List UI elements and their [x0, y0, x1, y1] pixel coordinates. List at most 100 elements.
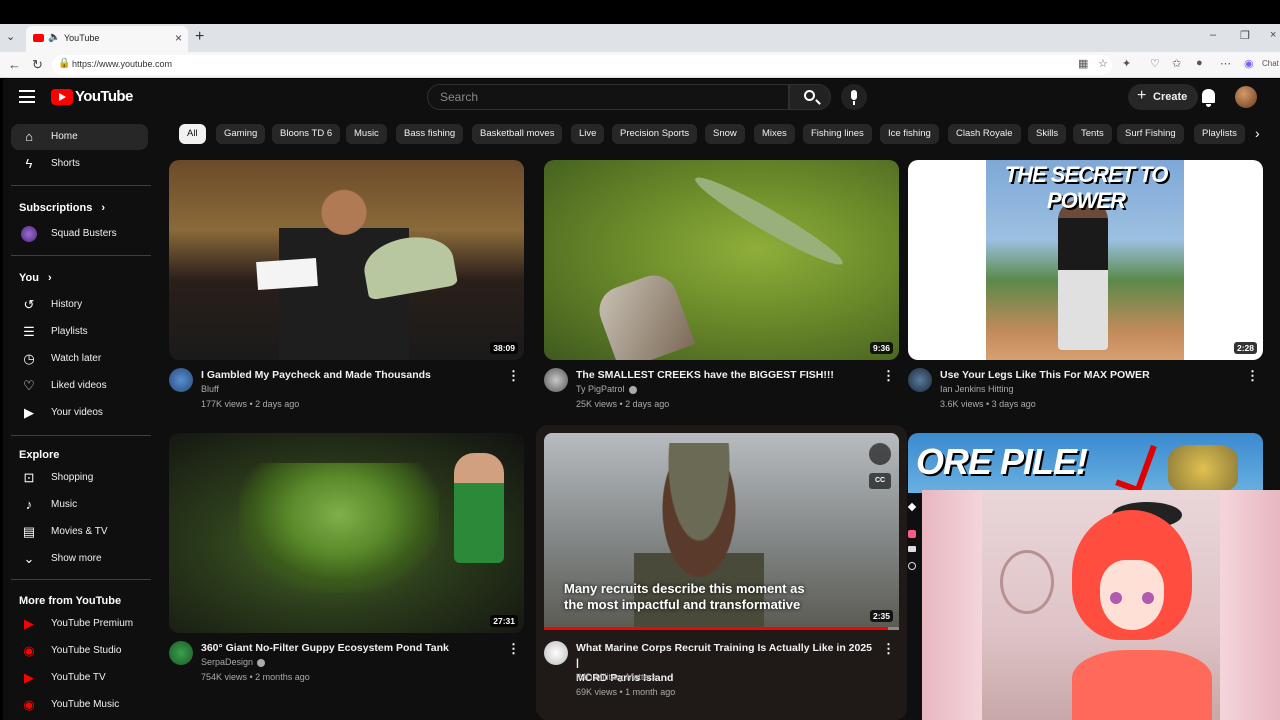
video-thumbnail[interactable]: 27:31	[169, 433, 524, 633]
refresh-icon[interactable]: ↻	[32, 57, 43, 73]
browser-tab-youtube[interactable]: 🔈 YouTube ×	[26, 26, 188, 52]
channel-avatar[interactable]	[169, 641, 193, 665]
minimize-icon[interactable]: –	[1210, 29, 1216, 41]
video-preview-player[interactable]: CC Many recruits describe this moment as…	[544, 433, 899, 630]
copilot-icon[interactable]: ◉	[1244, 57, 1254, 70]
reader-view-icon[interactable]: ▦	[1078, 57, 1088, 70]
more-options-icon[interactable]: ⋮	[1246, 368, 1259, 384]
youtube-logo-icon[interactable]	[51, 89, 73, 105]
browser-essentials-icon[interactable]: ♡	[1150, 57, 1160, 70]
video-title[interactable]: I Gambled My Paycheck and Made Thousands	[201, 368, 501, 383]
sidebar-item-youtube-premium[interactable]: ▶ YouTube Premium	[11, 611, 148, 637]
video-thumbnail[interactable]: 9:36	[544, 160, 899, 360]
tab-close-icon[interactable]: ×	[175, 31, 182, 45]
more-options-icon[interactable]: ⋮	[882, 641, 895, 657]
overlay-tool-icon[interactable]	[908, 530, 916, 538]
sidebar-item-youtube-studio[interactable]: ◉ YouTube Studio	[11, 638, 148, 664]
sidebar-item-music[interactable]: ♪ Music	[11, 492, 148, 518]
closed-captions-button[interactable]: CC	[869, 473, 891, 489]
search-placeholder: Search	[440, 90, 479, 104]
video-title[interactable]: Use Your Legs Like This For MAX POWER	[940, 368, 1240, 383]
window-close-icon[interactable]: ×	[1270, 29, 1276, 41]
chip-mixes[interactable]: Mixes	[754, 124, 795, 144]
restore-icon[interactable]: ❐	[1240, 29, 1250, 42]
more-options-icon[interactable]: ⋮	[507, 368, 520, 384]
video-title[interactable]: The SMALLEST CREEKS have the BIGGEST FIS…	[576, 368, 876, 383]
chip-playlists[interactable]: Playlists	[1194, 124, 1245, 144]
sidebar-item-movies-tv[interactable]: ▤ Movies & TV	[11, 519, 148, 545]
sidebar-item-show-more[interactable]: ⌄ Show more	[11, 546, 148, 572]
sidebar-item-history[interactable]: ↺ History	[11, 292, 148, 318]
sidebar-item-watch-later[interactable]: ◷ Watch later	[11, 346, 148, 372]
overlay-tool-icon[interactable]	[908, 562, 916, 570]
overlay-tool-icon[interactable]	[908, 546, 916, 552]
channel-name[interactable]: Ty PigPatrol	[576, 384, 637, 394]
chip-snow[interactable]: Snow	[705, 124, 745, 144]
sidebar-you-heading[interactable]: You ›	[19, 272, 52, 284]
channel-avatar[interactable]	[169, 368, 193, 392]
menu-hamburger-icon[interactable]	[19, 90, 35, 103]
notifications-bell-icon[interactable]	[1202, 89, 1215, 107]
chip-bass-fishing[interactable]: Bass fishing	[396, 124, 464, 144]
chips-next-chevron-icon[interactable]: ›	[1255, 125, 1260, 141]
sidebar-item-your-videos[interactable]: ▶ Your videos	[11, 400, 148, 426]
chip-tents[interactable]: Tents	[1073, 124, 1112, 144]
channel-avatar[interactable]	[544, 368, 568, 392]
chip-skills[interactable]: Skills	[1028, 124, 1067, 144]
more-options-icon[interactable]: ⋮	[507, 641, 520, 657]
search-button[interactable]	[789, 84, 831, 110]
tab-list-chevron-icon[interactable]: ⌄	[6, 30, 20, 44]
channel-avatar[interactable]	[908, 368, 932, 392]
preview-progress-bar[interactable]	[544, 627, 899, 630]
chip-gaming[interactable]: Gaming	[216, 124, 266, 144]
sidebar-item-playlists[interactable]: ☰ Playlists	[11, 319, 148, 345]
profile-icon[interactable]: ●	[1196, 57, 1203, 69]
more-options-icon[interactable]: ⋮	[882, 368, 895, 384]
sidebar-label: YouTube Studio	[51, 645, 122, 656]
extension-icon[interactable]: ✦	[1122, 57, 1131, 70]
video-meta: 25K views • 2 days ago	[576, 399, 670, 409]
sidebar-item-liked-videos[interactable]: ♡ Liked videos	[11, 373, 148, 399]
chip-bloons[interactable]: Bloons TD 6	[272, 124, 341, 144]
chip-live[interactable]: Live	[571, 124, 605, 144]
back-arrow-icon[interactable]: ←	[8, 57, 21, 72]
chip-clash-royale[interactable]: Clash Royale	[948, 124, 1021, 144]
favorites-icon[interactable]: ✩	[1172, 57, 1181, 70]
sidebar-item-youtube-tv[interactable]: ▶ YouTube TV	[11, 665, 148, 691]
chip-ice-fishing[interactable]: Ice fishing	[880, 124, 939, 144]
chip-music[interactable]: Music	[346, 124, 387, 144]
sidebar-item-shopping[interactable]: ⊡ Shopping	[11, 465, 148, 491]
tab-muted-speaker-icon[interactable]: 🔈	[48, 32, 60, 43]
sidebar-item-youtube-music[interactable]: ◉ YouTube Music	[11, 692, 148, 718]
sidebar-subscriptions-heading[interactable]: Subscriptions ›	[19, 202, 105, 214]
video-thumbnail[interactable]: 38:09	[169, 160, 524, 360]
channel-name[interactable]: Ian Jenkins Hitting	[940, 384, 1014, 394]
thumbnail-check	[256, 257, 318, 291]
new-tab-plus-icon[interactable]: +	[195, 28, 204, 46]
mute-toggle-icon[interactable]	[869, 443, 891, 465]
sidebar-item-squad-busters[interactable]: Squad Busters	[11, 221, 148, 247]
create-button[interactable]: + Create	[1128, 84, 1198, 110]
account-avatar[interactable]	[1235, 86, 1257, 108]
favorite-star-icon[interactable]: ☆	[1098, 57, 1108, 70]
channel-avatar[interactable]	[544, 641, 568, 665]
copilot-label[interactable]: Chat	[1262, 59, 1279, 68]
chip-precision-sports[interactable]: Precision Sports	[612, 124, 698, 144]
chip-basketball-moves[interactable]: Basketball moves	[472, 124, 563, 144]
channel-name[interactable]: IMD Military Matters	[576, 672, 656, 682]
chip-surf-fishing[interactable]: Surf Fishing	[1117, 124, 1184, 144]
url-field[interactable]: 🔒 https://www.youtube.com	[52, 55, 1112, 75]
video-title[interactable]: 360° Giant No-Filter Guppy Ecosystem Pon…	[201, 641, 501, 656]
chip-fishing-lines[interactable]: Fishing lines	[803, 124, 872, 144]
sidebar-item-shorts[interactable]: ϟ Shorts	[11, 151, 148, 177]
more-menu-icon[interactable]: ⋯	[1220, 57, 1231, 70]
search-input[interactable]: Search	[427, 84, 789, 110]
voice-search-mic-icon[interactable]	[841, 84, 867, 110]
youtube-logo-text[interactable]: YouTube	[75, 88, 133, 105]
channel-name[interactable]: SerpaDesign	[201, 657, 266, 667]
channel-name[interactable]: Bluff	[201, 384, 219, 394]
sidebar-item-home[interactable]: ⌂ Home	[11, 124, 148, 150]
video-thumbnail[interactable]: THE SECRET TO POWER 2:28	[908, 160, 1263, 360]
chip-all[interactable]: All	[179, 124, 206, 144]
video-thumbnail[interactable]: ORE PILE!	[908, 433, 1263, 493]
